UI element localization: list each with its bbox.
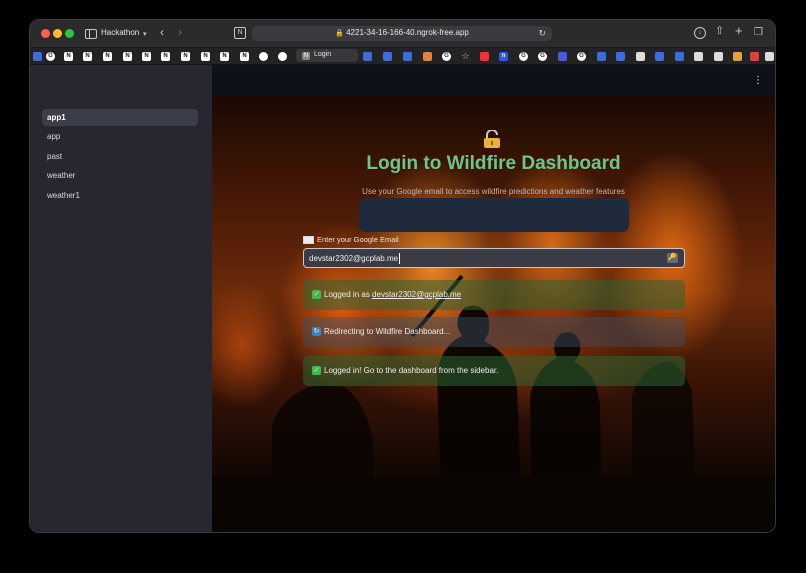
notion-icon[interactable]: N (64, 52, 73, 61)
favorites-tab-login[interactable]: N Login (296, 49, 358, 62)
new-tab-icon[interactable]: + (735, 24, 743, 37)
email-link[interactable]: devstar2302@gcplab.me (372, 290, 461, 299)
github-icon[interactable] (278, 52, 287, 61)
notion-icon[interactable]: N (240, 52, 249, 61)
app-icon[interactable] (714, 52, 723, 61)
google-icon[interactable]: G (442, 52, 451, 61)
back-arrow-icon[interactable]: ‹ (160, 26, 164, 38)
notion-icon[interactable]: N (220, 52, 229, 61)
page-title: Login to Wildfire Dashboard (366, 153, 621, 174)
notion-icon[interactable]: N (123, 52, 132, 61)
tab-group-name[interactable]: Hackathon (101, 28, 139, 37)
app-icon[interactable] (636, 52, 645, 61)
github-icon[interactable] (259, 52, 268, 61)
sidebar-item-weather1[interactable]: weather1 (42, 187, 198, 204)
app-icon[interactable] (558, 52, 567, 61)
cloud-icon[interactable] (597, 52, 606, 61)
favorites-tab-label: Login (314, 51, 332, 58)
sidebar-toggle-icon[interactable] (85, 29, 97, 39)
n-app-icon[interactable]: n (499, 52, 508, 61)
forward-arrow-icon[interactable]: › (178, 26, 182, 38)
page-title-row: Login to Wildfire Dashboard (362, 129, 625, 174)
app-icon[interactable] (765, 52, 774, 61)
star-icon[interactable]: ☆ (461, 52, 470, 61)
sidebar-item-weather[interactable]: weather (42, 167, 198, 184)
address-bar[interactable]: 🔒 4221-34-16-166-40.ngrok-free.app ↻ (252, 26, 552, 41)
favorites-bar: G N N N N N N N N N N N Login G ☆ n G G … (30, 48, 775, 65)
email-field-label: Enter your Google Email (303, 235, 399, 245)
cloud-icon[interactable] (675, 52, 684, 61)
download-icon[interactable]: ↓ (694, 27, 706, 39)
notion-icon[interactable]: N (234, 27, 246, 39)
main-content: Login to Wildfire Dashboard Use your Goo… (212, 96, 775, 532)
cloud-icon[interactable] (655, 52, 664, 61)
close-window-button[interactable] (41, 29, 50, 38)
email-field-value: devstar2302@gcplab.me (309, 254, 399, 263)
app-icon[interactable] (694, 52, 703, 61)
sparkle-icon[interactable] (423, 52, 432, 61)
notion-icon: N (302, 52, 310, 60)
password-manager-icon[interactable]: 🔑 (667, 253, 678, 263)
check-icon: ✓ (312, 290, 321, 300)
google-icon[interactable]: G (46, 52, 55, 61)
share-icon[interactable]: ⇧ (715, 26, 724, 37)
check-icon: ✓ (312, 366, 321, 376)
minimize-window-button[interactable] (53, 29, 62, 38)
text-caret (399, 253, 400, 264)
cloud-icon[interactable] (403, 52, 412, 61)
google-icon[interactable]: G (519, 52, 528, 61)
app-header: ⋮ (212, 65, 775, 96)
empty-info-box (359, 198, 629, 232)
cloud-icon[interactable] (616, 52, 625, 61)
browser-window: Hackathon ▾ ‹ › N ▤ 🔒 4221-34-16-166-40.… (30, 20, 775, 532)
mail-icon (303, 236, 314, 245)
cloud-icon[interactable] (383, 52, 392, 61)
tabs-icon[interactable]: ❐ (754, 27, 763, 38)
lock-icon: 🔒 (335, 30, 344, 37)
notion-icon[interactable]: N (142, 52, 151, 61)
sidebar-item-app[interactable]: app (42, 128, 198, 145)
notion-icon[interactable]: N (201, 52, 210, 61)
youtube-icon[interactable] (480, 52, 489, 61)
lock-key-icon (482, 129, 502, 153)
zoom-window-button[interactable] (65, 29, 74, 38)
notion-icon[interactable]: N (103, 52, 112, 61)
url-text: 4221-34-16-166-40.ngrok-free.app (346, 28, 469, 37)
success-alert-go-to-dashboard: ✓ Logged in! Go to the dashboard from the… (303, 356, 685, 386)
cloud-icon[interactable] (33, 52, 42, 61)
notion-icon[interactable]: N (161, 52, 170, 61)
app-sidebar: app1 app past weather weather1 (30, 65, 212, 532)
info-alert-redirecting: ↻ Redirecting to Wildfire Dashboard... (303, 317, 685, 347)
sidebar-item-past[interactable]: past (42, 148, 198, 165)
success-alert-logged-in: ✓ Logged in as devstar2302@gcplab.me (303, 280, 685, 310)
google-icon[interactable]: G (577, 52, 586, 61)
email-field[interactable]: devstar2302@gcplab.me 🔑 (303, 248, 685, 268)
app-icon[interactable] (750, 52, 759, 61)
page-subtitle: Use your Google email to access wildfire… (362, 187, 625, 196)
chevron-down-icon[interactable]: ▾ (143, 29, 147, 40)
sidebar-item-app1[interactable]: app1 (42, 109, 198, 126)
menu-kebab-icon[interactable]: ⋮ (753, 76, 763, 86)
title-bar: Hackathon ▾ ‹ › N ▤ 🔒 4221-34-16-166-40.… (30, 20, 775, 48)
cloud-icon[interactable] (363, 52, 372, 61)
notion-icon[interactable]: N (83, 52, 92, 61)
google-icon[interactable]: G (538, 52, 547, 61)
redirect-icon: ↻ (312, 327, 321, 337)
reload-icon[interactable]: ↻ (538, 28, 546, 39)
app-icon[interactable] (733, 52, 742, 61)
notion-icon[interactable]: N (181, 52, 190, 61)
